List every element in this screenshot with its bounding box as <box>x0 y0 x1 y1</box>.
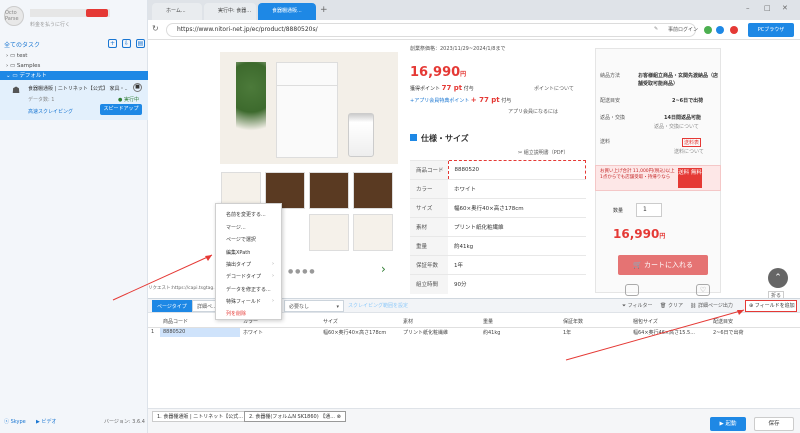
save-button[interactable]: 保存 <box>754 417 794 431</box>
footer-tab-2-label: 2. 食器棚(フォルムN SK1860) 【通... <box>249 414 336 420</box>
start-button[interactable]: ▶ 起動 <box>710 417 746 431</box>
footer-tab-2[interactable]: 2. 食器棚(フォルムN SK1860) 【通... ⊗ <box>244 411 346 422</box>
annotation-arrowhead <box>737 310 744 315</box>
footer-tab-1[interactable]: 1. 食器棚通販 | ニトリネット【公式... <box>152 411 248 422</box>
annotation-arrow <box>112 254 213 301</box>
annotation-arrow <box>565 309 745 361</box>
task-footer: 1. 食器棚通販 | ニトリネット【公式... 2. 食器棚(フォルムN SK1… <box>148 408 800 433</box>
close-icon[interactable]: ⊗ <box>337 414 341 420</box>
annotation-arrows <box>112 254 745 361</box>
